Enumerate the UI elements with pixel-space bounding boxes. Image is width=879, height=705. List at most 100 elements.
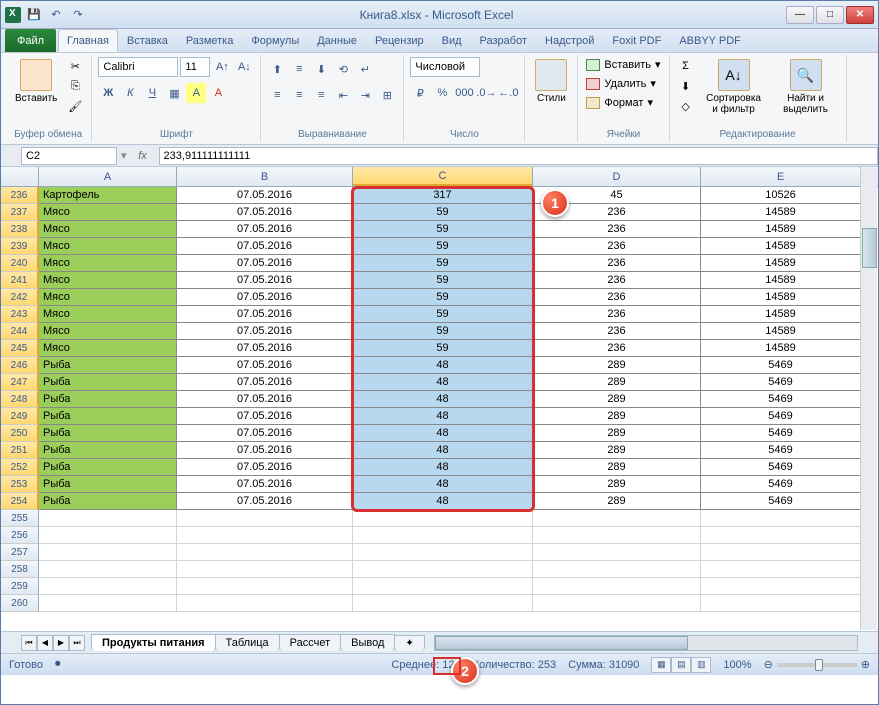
row-header[interactable]: 251 bbox=[1, 442, 39, 459]
menu-tab-1[interactable]: Вставка bbox=[118, 29, 177, 52]
cell[interactable] bbox=[353, 544, 533, 561]
cell[interactable]: 59 bbox=[353, 289, 533, 306]
cell[interactable]: 289 bbox=[533, 459, 701, 476]
cell[interactable]: 07.05.2016 bbox=[177, 391, 353, 408]
cell[interactable] bbox=[177, 544, 353, 561]
cell[interactable] bbox=[177, 510, 353, 527]
row-header[interactable]: 256 bbox=[1, 527, 39, 544]
cell[interactable]: 48 bbox=[353, 425, 533, 442]
view-layout-icon[interactable]: ▤ bbox=[671, 657, 691, 673]
cell[interactable] bbox=[353, 527, 533, 544]
cell[interactable]: 48 bbox=[353, 391, 533, 408]
cell[interactable]: 317 bbox=[353, 187, 533, 204]
cell[interactable]: 236 bbox=[533, 221, 701, 238]
sheet-nav-last[interactable]: ⏭ bbox=[69, 635, 85, 651]
fill-icon[interactable]: ⬇ bbox=[676, 77, 696, 95]
cell[interactable]: 236 bbox=[533, 238, 701, 255]
row-header[interactable]: 236 bbox=[1, 187, 39, 204]
menu-tab-0[interactable]: Главная bbox=[58, 29, 118, 52]
cell[interactable]: 289 bbox=[533, 374, 701, 391]
cell[interactable]: 5469 bbox=[701, 459, 861, 476]
cell[interactable]: 14589 bbox=[701, 289, 861, 306]
row-header[interactable]: 247 bbox=[1, 374, 39, 391]
cell[interactable]: 5469 bbox=[701, 357, 861, 374]
cell[interactable]: 59 bbox=[353, 272, 533, 289]
col-header-D[interactable]: D bbox=[533, 167, 701, 186]
sheet-tab[interactable]: Продукты питания bbox=[91, 634, 216, 651]
cell[interactable]: 07.05.2016 bbox=[177, 357, 353, 374]
cell[interactable] bbox=[177, 527, 353, 544]
cell[interactable]: 14589 bbox=[701, 255, 861, 272]
merge-icon[interactable]: ⊞ bbox=[377, 85, 397, 105]
cell[interactable]: 236 bbox=[533, 255, 701, 272]
font-name-select[interactable]: Calibri bbox=[98, 57, 178, 77]
maximize-button[interactable]: □ bbox=[816, 6, 844, 24]
insert-cells-button[interactable]: Вставить ▾ bbox=[584, 57, 662, 72]
horizontal-scrollbar[interactable] bbox=[434, 635, 858, 651]
cell[interactable]: Рыба bbox=[39, 493, 177, 510]
copy-icon[interactable]: ⎘ bbox=[65, 77, 85, 95]
row-header[interactable]: 258 bbox=[1, 561, 39, 578]
menu-tab-10[interactable]: ABBYY PDF bbox=[670, 29, 750, 52]
cell[interactable]: 48 bbox=[353, 442, 533, 459]
cell[interactable]: Картофель bbox=[39, 187, 177, 204]
cell[interactable]: Мясо bbox=[39, 255, 177, 272]
cell[interactable]: 289 bbox=[533, 493, 701, 510]
menu-tab-2[interactable]: Разметка bbox=[177, 29, 243, 52]
cell[interactable]: 07.05.2016 bbox=[177, 238, 353, 255]
row-header[interactable]: 239 bbox=[1, 238, 39, 255]
cell[interactable]: 59 bbox=[353, 306, 533, 323]
align-middle-icon[interactable]: ≡ bbox=[289, 59, 309, 79]
cell[interactable]: 5469 bbox=[701, 374, 861, 391]
menu-tab-5[interactable]: Рецензир bbox=[366, 29, 433, 52]
font-size-select[interactable]: 11 bbox=[180, 57, 210, 77]
cell[interactable] bbox=[177, 578, 353, 595]
cell[interactable] bbox=[39, 510, 177, 527]
cell[interactable] bbox=[353, 578, 533, 595]
cell[interactable] bbox=[533, 510, 701, 527]
cell[interactable]: 07.05.2016 bbox=[177, 493, 353, 510]
row-header[interactable]: 259 bbox=[1, 578, 39, 595]
cell[interactable]: 07.05.2016 bbox=[177, 204, 353, 221]
align-bottom-icon[interactable]: ⬇ bbox=[311, 59, 331, 79]
cell[interactable] bbox=[533, 544, 701, 561]
qat-redo-icon[interactable]: ↷ bbox=[69, 6, 87, 24]
cell[interactable]: 5469 bbox=[701, 391, 861, 408]
underline-button[interactable]: Ч bbox=[142, 83, 162, 103]
row-header[interactable]: 257 bbox=[1, 544, 39, 561]
menu-tab-6[interactable]: Вид bbox=[433, 29, 471, 52]
cell[interactable]: 236 bbox=[533, 323, 701, 340]
format-cells-button[interactable]: Формат ▾ bbox=[584, 95, 655, 110]
formula-input[interactable]: 233,911111111111 bbox=[159, 147, 878, 165]
cell[interactable] bbox=[39, 544, 177, 561]
clear-icon[interactable]: ◇ bbox=[676, 97, 696, 115]
font-color-icon[interactable]: A bbox=[208, 83, 228, 103]
cell[interactable]: Рыба bbox=[39, 374, 177, 391]
cell[interactable]: 07.05.2016 bbox=[177, 340, 353, 357]
sheet-nav-prev[interactable]: ◀ bbox=[37, 635, 53, 651]
paste-button[interactable]: Вставить bbox=[11, 57, 61, 106]
cell[interactable] bbox=[177, 595, 353, 612]
cell[interactable]: Рыба bbox=[39, 459, 177, 476]
cell[interactable] bbox=[353, 561, 533, 578]
cell[interactable]: 07.05.2016 bbox=[177, 306, 353, 323]
cell[interactable] bbox=[177, 561, 353, 578]
align-top-icon[interactable]: ⬆ bbox=[267, 59, 287, 79]
cell[interactable]: 236 bbox=[533, 272, 701, 289]
comma-icon[interactable]: 000 bbox=[454, 83, 474, 103]
cell[interactable]: 236 bbox=[533, 340, 701, 357]
zoom-slider[interactable] bbox=[777, 663, 857, 667]
name-box[interactable]: C2 bbox=[21, 147, 117, 165]
menu-tab-7[interactable]: Разработ bbox=[471, 29, 536, 52]
minimize-button[interactable]: — bbox=[786, 6, 814, 24]
qat-save-icon[interactable]: 💾 bbox=[25, 6, 43, 24]
row-header[interactable]: 246 bbox=[1, 357, 39, 374]
view-pagebreak-icon[interactable]: ▥ bbox=[691, 657, 711, 673]
zoom-out-button[interactable]: ⊖ bbox=[764, 658, 773, 671]
cell[interactable]: 14589 bbox=[701, 238, 861, 255]
cell[interactable]: 59 bbox=[353, 221, 533, 238]
cell[interactable]: Мясо bbox=[39, 272, 177, 289]
cell[interactable]: 07.05.2016 bbox=[177, 476, 353, 493]
fx-icon[interactable]: fx bbox=[133, 150, 153, 162]
cell[interactable]: Рыба bbox=[39, 391, 177, 408]
